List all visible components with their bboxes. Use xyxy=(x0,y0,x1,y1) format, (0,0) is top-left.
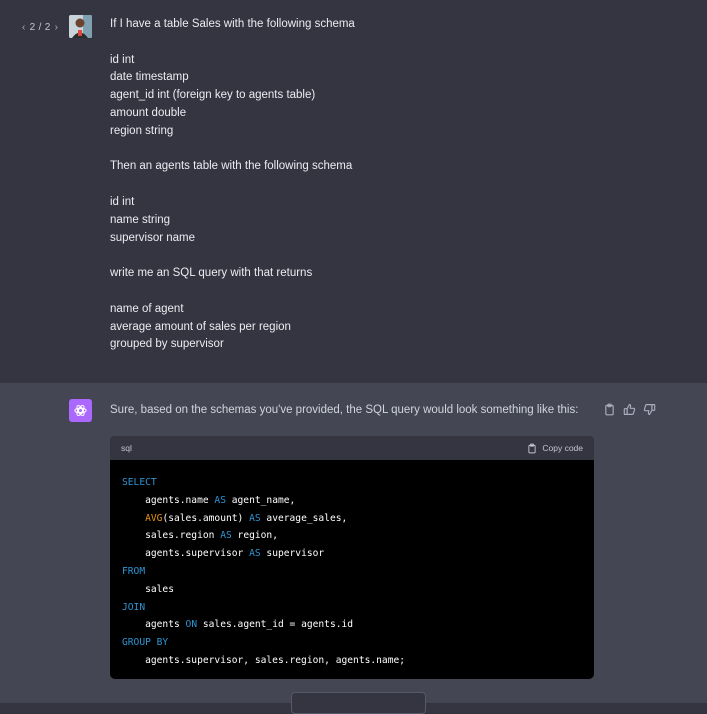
code-text: agents xyxy=(122,619,186,631)
code-line: FROM xyxy=(122,563,582,581)
clipboard-icon xyxy=(528,443,536,453)
user-message-line: average amount of sales per region xyxy=(110,320,291,333)
user-message-line: grouped by supervisor xyxy=(110,338,224,351)
code-language-label: sql xyxy=(121,443,132,453)
clipboard-icon[interactable] xyxy=(603,403,616,416)
code-line: GROUP BY xyxy=(122,634,582,652)
thumbs-down-icon[interactable] xyxy=(643,403,656,416)
regenerate-button[interactable] xyxy=(291,692,426,714)
user-message-line: id int xyxy=(110,53,135,66)
copy-code-label: Copy code xyxy=(542,443,583,453)
code-text: agents.supervisor xyxy=(122,548,250,560)
user-message-line xyxy=(110,283,670,301)
code-line: agents ON sales.agent_id = agents.id xyxy=(122,616,582,634)
sql-keyword: AS xyxy=(214,494,226,506)
user-message-line: date timestamp xyxy=(110,71,189,84)
code-text: average_sales, xyxy=(260,512,348,524)
code-text: sales.region xyxy=(122,530,221,542)
code-line: JOIN xyxy=(122,599,582,617)
sql-keyword: ON xyxy=(185,619,198,631)
user-message-block: ‹ 2 / 2 › If I have a table Sales with t… xyxy=(0,0,707,383)
code-text: region, xyxy=(231,530,278,542)
code-text: agents.supervisor, sales.region, agents.… xyxy=(122,654,406,666)
message-pagination: ‹ 2 / 2 › xyxy=(22,22,58,33)
copy-code-button[interactable]: Copy code xyxy=(527,443,583,454)
sql-keyword: GROUP BY xyxy=(122,637,169,649)
code-line: sales xyxy=(122,581,582,599)
sql-keyword: JOIN xyxy=(122,601,146,613)
code-block: sql Copy code SELECT agents.name AS agen… xyxy=(110,436,594,679)
user-message-line xyxy=(110,176,670,194)
user-avatar xyxy=(69,15,92,38)
user-message-line: Then an agents table with the following … xyxy=(110,160,353,173)
sql-keyword: AS xyxy=(249,512,261,524)
user-message-line: name of agent xyxy=(110,302,184,315)
message-actions xyxy=(603,403,656,416)
code-text: supervisor xyxy=(260,548,325,560)
user-message-line: name string xyxy=(110,213,171,226)
user-message-line: supervisor name xyxy=(110,231,196,244)
user-message-line: amount double xyxy=(110,106,187,119)
user-message-line: id int xyxy=(110,195,135,208)
sql-keyword: FROM xyxy=(122,565,146,577)
chevron-right-icon[interactable]: › xyxy=(55,22,59,33)
sql-keyword: AS xyxy=(220,530,232,542)
sql-keyword: AS xyxy=(249,548,261,560)
chevron-left-icon[interactable]: ‹ xyxy=(22,22,26,33)
code-block-header: sql Copy code xyxy=(110,436,594,460)
user-message-line: agent_id int (foreign key to agents tabl… xyxy=(110,89,316,102)
code-text: (sales.amount) xyxy=(162,512,250,524)
code-content: SELECT agents.name AS agent_name, AVG(sa… xyxy=(110,460,594,679)
code-line: agents.name AS agent_name, xyxy=(122,492,582,510)
user-message-line xyxy=(110,247,670,265)
code-line: agents.supervisor, sales.region, agents.… xyxy=(122,652,582,670)
user-message-line: region string xyxy=(110,124,174,137)
code-line: sales.region AS region, xyxy=(122,527,582,545)
openai-logo-icon xyxy=(69,399,92,422)
user-message-text: If I have a table Sales with the followi… xyxy=(110,16,670,354)
sql-keyword: SELECT xyxy=(122,477,157,488)
code-text: sales.agent_id = agents.id xyxy=(197,619,354,631)
code-text: agents.name xyxy=(122,494,215,506)
code-text: agent_name, xyxy=(225,494,296,506)
code-line: agents.supervisor AS supervisor xyxy=(122,545,582,563)
user-message-line: write me an SQL query with that returns xyxy=(110,267,313,280)
assistant-intro-text: Sure, based on the schemas you've provid… xyxy=(110,404,579,416)
thumbs-up-icon[interactable] xyxy=(623,403,636,416)
code-line: SELECT xyxy=(122,474,582,492)
user-message-line: If I have a table Sales with the followi… xyxy=(110,18,355,30)
pagination-text: 2 / 2 xyxy=(29,22,51,33)
sql-function: AVG xyxy=(145,512,163,524)
code-text: sales xyxy=(122,583,174,595)
user-message-line xyxy=(110,141,670,159)
code-line: AVG(sales.amount) AS average_sales, xyxy=(122,510,582,528)
user-message-line xyxy=(110,34,670,52)
